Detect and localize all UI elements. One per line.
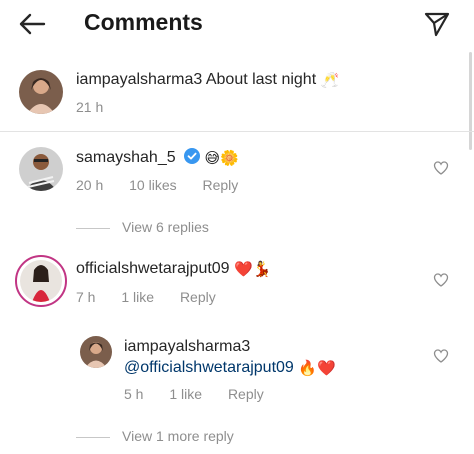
divider: [76, 436, 110, 438]
reply-username[interactable]: iampayalsharma3: [124, 338, 250, 355]
caption-meta: 21 h: [76, 99, 125, 115]
avatar[interactable]: [20, 260, 62, 302]
comment-time: 7 h: [76, 289, 96, 305]
reply-username-line: iampayalsharma3: [124, 338, 250, 356]
reply-likes[interactable]: 1 like: [169, 386, 202, 402]
comments-header: Comments: [0, 0, 474, 48]
view-more-label: View 1 more reply: [122, 428, 234, 444]
mention-link[interactable]: @officialshwetarajput09: [124, 359, 294, 376]
reply-text: @officialshwetarajput09 🔥❤️: [124, 359, 336, 377]
comment-username[interactable]: samayshah_5: [76, 149, 176, 166]
heart-icon[interactable]: [433, 272, 449, 288]
comment-meta: 7 h 1 like Reply: [76, 289, 238, 305]
comment-username[interactable]: officialshwetarajput09: [76, 260, 230, 277]
view-replies-label: View 6 replies: [122, 219, 209, 235]
view-replies-button[interactable]: View 6 replies: [76, 219, 209, 235]
verified-badge-icon: [184, 148, 201, 169]
reply-time: 5 h: [124, 386, 144, 402]
reply-button[interactable]: Reply: [203, 177, 239, 193]
comment-likes[interactable]: 10 likes: [129, 177, 176, 193]
comment-emoji: ❤️💃: [234, 261, 272, 278]
reply-button[interactable]: Reply: [180, 289, 216, 305]
view-more-replies-button[interactable]: View 1 more reply: [76, 428, 234, 444]
comment-text: samayshah_5 😅🌼: [76, 148, 239, 169]
back-arrow-icon[interactable]: [16, 10, 48, 38]
reply-emoji: 🔥❤️: [298, 360, 336, 377]
direct-message-icon[interactable]: [423, 10, 451, 38]
caption-time: 21 h: [76, 99, 104, 115]
scrollbar[interactable]: [469, 52, 472, 150]
caption-username[interactable]: iampayalsharma3: [76, 71, 202, 88]
heart-icon[interactable]: [433, 348, 449, 364]
avatar[interactable]: [80, 336, 112, 368]
comment-text: officialshwetarajput09 ❤️💃: [76, 260, 271, 278]
reply-button[interactable]: Reply: [228, 386, 264, 402]
avatar[interactable]: [19, 70, 63, 114]
comment-meta: 20 h 10 likes Reply: [76, 177, 260, 193]
comment-emoji: 😅🌼: [204, 150, 239, 167]
avatar[interactable]: [19, 147, 63, 191]
caption-text: iampayalsharma3 About last night 🥂: [76, 71, 339, 89]
comment-likes[interactable]: 1 like: [121, 289, 154, 305]
heart-icon[interactable]: [433, 160, 449, 176]
reply-meta: 5 h 1 like Reply: [124, 386, 286, 402]
divider: [76, 227, 110, 229]
divider: [0, 131, 474, 132]
caption-emoji: 🥂: [320, 72, 340, 89]
page-title: Comments: [84, 9, 203, 35]
comment-time: 20 h: [76, 177, 104, 193]
caption-body: About last night: [205, 71, 317, 88]
